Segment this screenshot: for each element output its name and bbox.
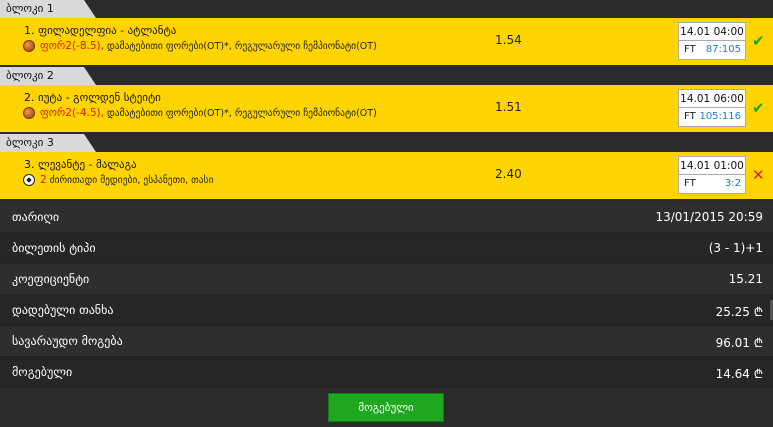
summary-label: კოეფიციენტი: [12, 272, 90, 286]
market-name: ძირითადი მედიები, ესპანეთი, თასი: [49, 175, 214, 186]
match-title: 1. ფილადელფია - ატლანტა: [24, 24, 177, 37]
block-header-2: ბლოკი 2: [0, 67, 773, 85]
market-name: დამატებითი ფორები(OT)*, რეგულარული ჩემპი…: [107, 41, 377, 52]
block-header-3: ბლოკი 3: [0, 134, 773, 152]
match-date: 14.01 06:00: [679, 90, 745, 108]
pick-line: ფორ2(-8.5), დამატებითი ფორები(OT)*, რეგუ…: [40, 40, 377, 52]
pick-selection: ფორ2(-4.5),: [40, 107, 104, 119]
summary-value: 15.21: [728, 272, 763, 286]
odd-value: 2.40: [495, 167, 522, 181]
basketball-icon: [23, 107, 35, 119]
summary-row-won: მოგებული 14.64 ₾: [0, 357, 773, 388]
result-box: 14.01 04:00 FT 87:105: [678, 22, 746, 60]
match-score: 87:105: [705, 44, 741, 55]
summary-value: 96.01 ₾: [715, 336, 763, 350]
match-title: 3. ლევანტე - მალაგა: [24, 158, 137, 171]
match-period: FT: [684, 178, 696, 189]
odd-value: 1.54: [495, 33, 522, 47]
match-period: FT: [684, 44, 696, 55]
summary-label: ბილეთის ტიპი: [12, 241, 96, 255]
market-name: დამატებითი ფორები(OT)*, რეგულარული ჩემპი…: [107, 108, 377, 119]
summary-value: 14.64 ₾: [715, 367, 763, 381]
pick-selection: ფორ2(-8.5),: [40, 40, 104, 52]
summary-label: თარიღი: [12, 210, 60, 224]
block-tab: ბლოკი 2: [0, 67, 96, 85]
block-tab: ბლოკი 3: [0, 134, 96, 152]
result-box: 14.01 06:00 FT 105:116: [678, 89, 746, 127]
basketball-icon: [23, 40, 35, 52]
won-status-button[interactable]: მოგებული: [328, 393, 444, 422]
summary-row-coefficient: კოეფიციენტი 15.21: [0, 264, 773, 295]
bet-row: 1. ფილადელფია - ატლანტა ფორ2(-8.5), დამა…: [0, 18, 773, 65]
summary-value: 13/01/2015 20:59: [655, 210, 763, 224]
summary-label: დადებული თანხა: [12, 303, 114, 317]
pick-selection: 2: [40, 174, 47, 186]
pick-line: 2 ძირითადი მედიები, ესპანეთი, თასი: [40, 174, 214, 186]
cross-icon: ✕: [752, 166, 765, 184]
result-box: 14.01 01:00 FT 3:2: [678, 156, 746, 194]
match-score: 105:116: [699, 111, 741, 122]
soccer-ball-icon: [23, 174, 35, 186]
block-tab: ბლოკი 1: [0, 0, 96, 18]
summary-row-potential-win: სავარაუდო მოგება 96.01 ₾: [0, 326, 773, 357]
match-date: 14.01 01:00: [679, 157, 745, 175]
pick-line: ფორ2(-4.5), დამატებითი ფორები(OT)*, რეგუ…: [40, 107, 377, 119]
block-header-1: ბლოკი 1: [0, 0, 773, 18]
bet-row: 2. იუტა - გოლდენ სტეიტი ფორ2(-4.5), დამა…: [0, 85, 773, 132]
checkmark-icon: ✔: [752, 99, 765, 117]
summary-row-date: თარიღი 13/01/2015 20:59: [0, 202, 773, 233]
summary-value: 25.25 ₾: [715, 305, 763, 319]
match-title: 2. იუტა - გოლდენ სტეიტი: [24, 91, 161, 104]
bet-row: 3. ლევანტე - მალაგა 2 ძირითადი მედიები, …: [0, 152, 773, 199]
summary-row-stake: დადებული თანხა 25.25 ₾: [0, 295, 773, 326]
summary-label: სავარაუდო მოგება: [12, 334, 123, 348]
match-date: 14.01 04:00: [679, 23, 745, 41]
checkmark-icon: ✔: [752, 32, 765, 50]
match-score: 3:2: [724, 178, 741, 189]
summary-value: (3 - 1)+1: [708, 241, 763, 255]
summary-row-ticket-type: ბილეთის ტიპი (3 - 1)+1: [0, 233, 773, 264]
match-period: FT: [684, 111, 696, 122]
summary-label: მოგებული: [12, 365, 73, 379]
odd-value: 1.51: [495, 100, 522, 114]
